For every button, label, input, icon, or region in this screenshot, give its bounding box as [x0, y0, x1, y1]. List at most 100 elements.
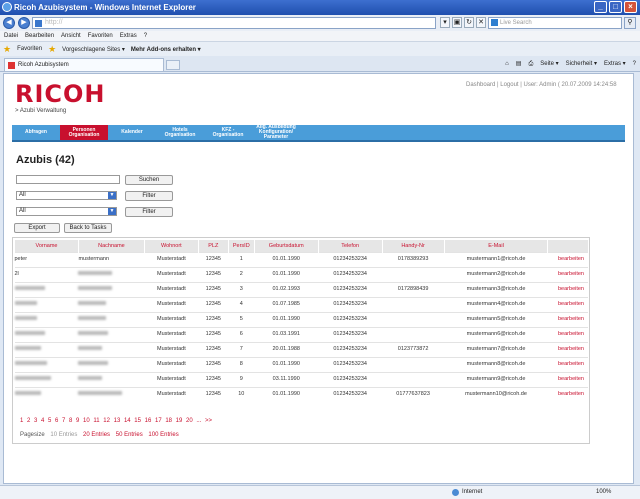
- menu-bearbeiten[interactable]: Bearbeiten: [25, 31, 54, 41]
- address-input[interactable]: http://: [45, 19, 63, 26]
- menu-favoriten[interactable]: Favoriten: [88, 31, 113, 41]
- cell-nachname: [78, 341, 145, 357]
- filter-select-1[interactable]: All ▼: [16, 191, 117, 200]
- table-row: 2l Musterstadt 12345 2 01.01.1990 01234253234…: [14, 266, 588, 282]
- tab-ricoh[interactable]: Ricoh Azubisystem: [4, 58, 164, 71]
- pagesize-100[interactable]: 100 Entries: [148, 432, 178, 438]
- ricoh-logo: RICOH: [15, 80, 106, 108]
- edit-link[interactable]: bearbeiten: [558, 316, 584, 322]
- new-tab-button[interactable]: [166, 60, 180, 70]
- cell-vorname: peter: [14, 251, 79, 267]
- cell-handy: 01777637823: [382, 386, 445, 402]
- search-input[interactable]: Live Search: [488, 17, 622, 29]
- addons-link[interactable]: Mehr Add-ons erhalten ▾: [131, 46, 201, 53]
- print-icon[interactable]: ⎙: [528, 59, 533, 69]
- address-bar[interactable]: http://: [32, 17, 436, 29]
- sicherheit-menu[interactable]: Sicherheit ▾: [566, 59, 597, 69]
- favorites-button[interactable]: Favoriten: [17, 46, 42, 52]
- col-plz[interactable]: PLZ: [197, 240, 229, 252]
- refresh-icon[interactable]: ↻: [464, 17, 474, 28]
- stop-icon[interactable]: ✕: [476, 17, 486, 28]
- star-icon: ★: [3, 43, 12, 54]
- nav-kfz[interactable]: KFZ - Organisation: [204, 125, 252, 140]
- col-persid[interactable]: PersID: [227, 240, 255, 252]
- nav-personen[interactable]: Personen Organisation: [60, 125, 108, 140]
- menu-bar: Datei Bearbeiten Ansicht Favoriten Extra…: [0, 31, 640, 42]
- dropdown-icon[interactable]: ▾: [440, 17, 450, 28]
- cell-persid: 3: [228, 281, 255, 297]
- home-icon[interactable]: ⌂: [505, 59, 509, 69]
- help-icon[interactable]: ?: [633, 59, 636, 69]
- globe-icon: [452, 489, 459, 496]
- cell-plz: 12345: [198, 371, 229, 387]
- cell-vorname: [14, 356, 79, 372]
- cell-telefon: 01234253234: [318, 281, 383, 297]
- cell-telefon: 01234253234: [318, 326, 383, 342]
- edit-link[interactable]: bearbeiten: [558, 361, 584, 367]
- col-email[interactable]: E-Mail: [443, 240, 548, 252]
- extras-menu[interactable]: Extras ▾: [604, 59, 626, 69]
- user-links[interactable]: Dashboard | Logout | User: Admin ( 20.07…: [466, 82, 617, 88]
- edit-link[interactable]: bearbeiten: [558, 376, 584, 382]
- cell-plz: 12345: [198, 296, 229, 312]
- suchen-button[interactable]: Suchen: [125, 175, 173, 185]
- edit-link[interactable]: bearbeiten: [558, 391, 584, 397]
- table-row: Musterstadt 12345 4 01.07.1985 01234253234 mu…: [14, 296, 588, 312]
- cell-email: mustermann5@ricoh.de: [444, 311, 548, 327]
- col-wohnort[interactable]: Wohnort: [143, 240, 199, 252]
- search-field[interactable]: [16, 175, 120, 184]
- filter-select-2[interactable]: All ▼: [16, 207, 117, 216]
- redacted-text: [78, 316, 107, 321]
- edit-link[interactable]: bearbeiten: [558, 346, 584, 352]
- cell-vorname: [14, 281, 79, 297]
- azubi-table: Vorname Nachname Wohnort PLZ PersID Gebu…: [14, 240, 588, 402]
- col-telefon[interactable]: Telefon: [317, 240, 383, 252]
- col-nachname[interactable]: Nachname: [77, 240, 145, 252]
- compat-icon[interactable]: ▣: [452, 17, 462, 28]
- menu-datei[interactable]: Datei: [4, 31, 18, 41]
- live-search-icon: [491, 19, 498, 26]
- edit-link[interactable]: bearbeiten: [558, 331, 584, 337]
- menu-extras[interactable]: Extras: [120, 31, 137, 41]
- close-button[interactable]: ×: [624, 1, 637, 13]
- filter-button-2[interactable]: Filter: [125, 207, 173, 217]
- col-vorname[interactable]: Vorname: [14, 240, 79, 252]
- col-geburtsdatum[interactable]: Geburtsdatum: [253, 240, 319, 252]
- minimize-button[interactable]: _: [594, 1, 607, 13]
- cell-nachname: [78, 371, 145, 387]
- pagesize-50[interactable]: 50 Entries: [116, 432, 143, 438]
- nav-ausbildung[interactable]: Allg. Ausbildung Konfiguration/ Paramete…: [252, 125, 300, 140]
- edit-link[interactable]: bearbeiten: [558, 286, 584, 292]
- edit-link[interactable]: bearbeiten: [558, 256, 584, 262]
- cell-wohnort: Musterstadt: [144, 326, 199, 342]
- cell-nachname: [78, 356, 145, 372]
- edit-link[interactable]: bearbeiten: [558, 271, 584, 277]
- redacted-text: [14, 316, 37, 321]
- maximize-button[interactable]: □: [609, 1, 622, 13]
- cell-handy: [382, 311, 445, 327]
- search-icon[interactable]: ⚲: [624, 17, 636, 29]
- menu-help[interactable]: ?: [144, 31, 147, 41]
- seite-menu[interactable]: Seite ▾: [540, 59, 558, 69]
- pagination[interactable]: 1 2 3 4 5 6 7 8 9 10 11 12 13 14 15 16 1…: [20, 418, 212, 424]
- menu-ansicht[interactable]: Ansicht: [61, 31, 81, 41]
- pagesize-20[interactable]: 20 Entries: [83, 432, 110, 438]
- col-handy[interactable]: Handy-Nr: [381, 240, 445, 252]
- table-row: Musterstadt 12345 6 01.03.1991 01234253234 mu…: [14, 326, 588, 342]
- redacted-text: [14, 331, 45, 336]
- edit-link[interactable]: bearbeiten: [558, 301, 584, 307]
- forward-icon[interactable]: ▶: [18, 17, 30, 29]
- nav-kalender[interactable]: Kalender: [108, 125, 156, 140]
- suggested-sites-link[interactable]: Vorgeschlagene Sites ▾: [62, 46, 125, 53]
- nav-hotels[interactable]: Hotels Organisation: [156, 125, 204, 140]
- cell-telefon: 01234253234: [318, 356, 383, 372]
- back-icon[interactable]: ◀: [3, 17, 15, 29]
- export-button[interactable]: Export: [14, 223, 60, 233]
- add-favorite-icon[interactable]: ★: [48, 44, 56, 55]
- redacted-text: [78, 286, 113, 291]
- nav-abfragen[interactable]: Abfragen: [12, 125, 60, 140]
- feed-icon[interactable]: ▤: [516, 59, 522, 69]
- zoom-level[interactable]: 100%: [596, 486, 611, 499]
- filter-button-1[interactable]: Filter: [125, 191, 173, 201]
- back-to-tasks-button[interactable]: Back to Tasks: [64, 223, 112, 233]
